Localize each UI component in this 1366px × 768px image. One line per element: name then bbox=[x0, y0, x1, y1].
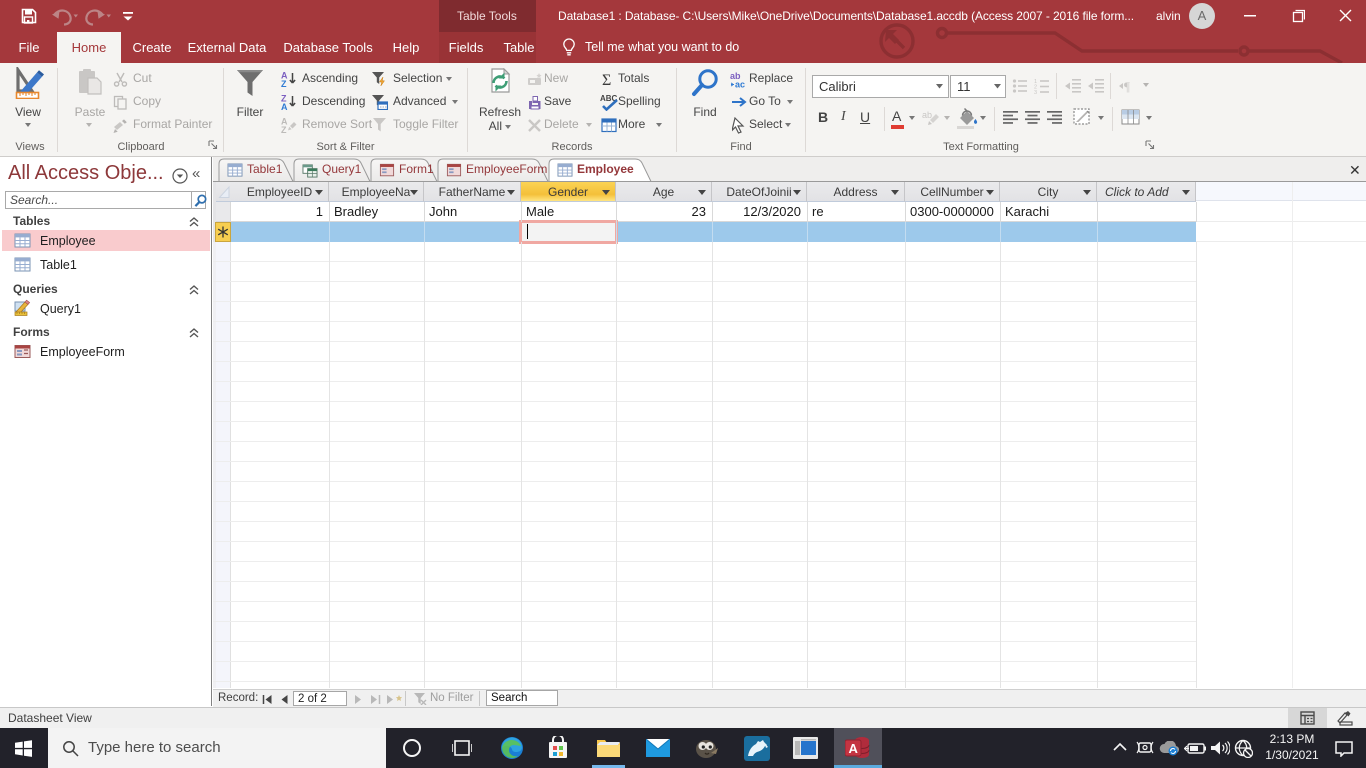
svg-text:3: 3 bbox=[1034, 90, 1037, 94]
svg-text:Σ: Σ bbox=[602, 72, 611, 87]
svg-text:ac: ac bbox=[735, 80, 745, 89]
svg-text:¶: ¶ bbox=[1124, 79, 1130, 94]
svg-text:Z: Z bbox=[281, 125, 287, 133]
svg-text:A: A bbox=[281, 102, 288, 110]
svg-text:Z: Z bbox=[281, 79, 287, 87]
svg-text:A: A bbox=[849, 741, 859, 756]
svg-text:ab: ab bbox=[922, 110, 932, 120]
